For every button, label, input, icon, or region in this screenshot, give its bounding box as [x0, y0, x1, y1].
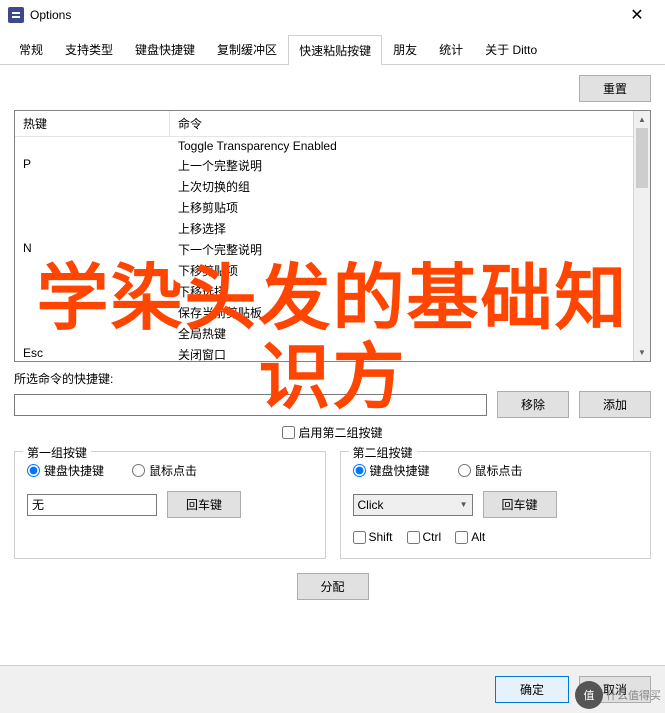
app-icon [8, 7, 24, 23]
group1-key-input[interactable] [27, 494, 157, 516]
hotkey-table: 热键 命令 Toggle Transparency Enabled P上一个完整… [14, 110, 651, 362]
ok-button[interactable]: 确定 [495, 676, 569, 703]
tab-general[interactable]: 常规 [8, 34, 54, 64]
add-button[interactable]: 添加 [579, 391, 651, 418]
selected-shortcut-label: 所选命令的快捷键: [14, 370, 651, 387]
enable-group2-checkbox[interactable]: 启用第二组按键 [282, 424, 382, 441]
table-row[interactable]: N下一个完整说明 [15, 239, 650, 260]
assign-button[interactable]: 分配 [297, 573, 369, 600]
tab-quick-paste[interactable]: 快速粘贴按键 [288, 35, 382, 65]
group1-enter-button[interactable]: 回车键 [167, 491, 241, 518]
chevron-down-icon: ▼ [460, 500, 468, 509]
window-title: Options [30, 8, 617, 22]
close-icon[interactable]: ✕ [617, 0, 657, 30]
group1-radio-mouse[interactable]: 鼠标点击 [132, 462, 197, 479]
table-row[interactable]: Toggle Transparency Enabled [15, 137, 650, 155]
scroll-up-icon[interactable]: ▲ [634, 111, 650, 128]
scroll-thumb[interactable] [636, 128, 648, 188]
watermark: 值 什么值得买 [575, 681, 661, 709]
tab-content: 重置 热键 命令 Toggle Transparency Enabled P上一… [0, 65, 665, 618]
group2-shift-checkbox[interactable]: Shift [353, 530, 393, 544]
watermark-icon: 值 [575, 681, 603, 709]
selected-shortcut-input[interactable] [14, 394, 487, 416]
scroll-down-icon[interactable]: ▼ [634, 344, 650, 361]
table-row[interactable]: 上次切换的组 [15, 176, 650, 197]
tab-keyboard-shortcuts[interactable]: 键盘快捷键 [124, 34, 206, 64]
tab-supported-types[interactable]: 支持类型 [54, 34, 124, 64]
col-command[interactable]: 命令 [170, 111, 650, 136]
group2-fieldset: 第二组按键 键盘快捷键 鼠标点击 Click ▼ 回车键 Shift Ctrl … [340, 451, 652, 559]
titlebar: Options ✕ [0, 0, 665, 30]
reset-button[interactable]: 重置 [579, 75, 651, 102]
table-row[interactable]: 保存当前剪贴板 [15, 302, 650, 323]
table-row[interactable]: P上一个完整说明 [15, 155, 650, 176]
remove-button[interactable]: 移除 [497, 391, 569, 418]
group2-alt-checkbox[interactable]: Alt [455, 530, 485, 544]
group2-ctrl-checkbox[interactable]: Ctrl [407, 530, 442, 544]
dialog-footer: 确定 取消 [0, 665, 665, 713]
table-row[interactable]: 下移剪贴项 [15, 260, 650, 281]
group2-legend: 第二组按键 [349, 444, 417, 461]
tab-copy-buffers[interactable]: 复制缓冲区 [206, 34, 288, 64]
tab-bar: 常规 支持类型 键盘快捷键 复制缓冲区 快速粘贴按键 朋友 统计 关于 Ditt… [0, 34, 665, 65]
tab-stats[interactable]: 统计 [428, 34, 474, 64]
group2-radio-mouse[interactable]: 鼠标点击 [458, 462, 523, 479]
group2-radio-keyboard[interactable]: 键盘快捷键 [353, 462, 430, 479]
table-row[interactable]: 全局热键 [15, 323, 650, 344]
table-row[interactable]: 上移选择 [15, 218, 650, 239]
scrollbar[interactable]: ▲ ▼ [633, 111, 650, 361]
table-row[interactable]: Esc关闭窗口 [15, 344, 650, 362]
table-row[interactable]: 下移选择 [15, 281, 650, 302]
table-body: Toggle Transparency Enabled P上一个完整说明 上次切… [15, 137, 650, 362]
group2-click-combo[interactable]: Click ▼ [353, 494, 473, 516]
tab-friends[interactable]: 朋友 [382, 34, 428, 64]
group2-enter-button[interactable]: 回车键 [483, 491, 557, 518]
watermark-text: 什么值得买 [606, 687, 661, 703]
table-row[interactable]: 上移剪贴项 [15, 197, 650, 218]
group1-radio-keyboard[interactable]: 键盘快捷键 [27, 462, 104, 479]
col-hotkey[interactable]: 热键 [15, 111, 170, 136]
group1-fieldset: 第一组按键 键盘快捷键 鼠标点击 回车键 [14, 451, 326, 559]
group1-legend: 第一组按键 [23, 444, 91, 461]
tab-about[interactable]: 关于 Ditto [474, 34, 548, 64]
